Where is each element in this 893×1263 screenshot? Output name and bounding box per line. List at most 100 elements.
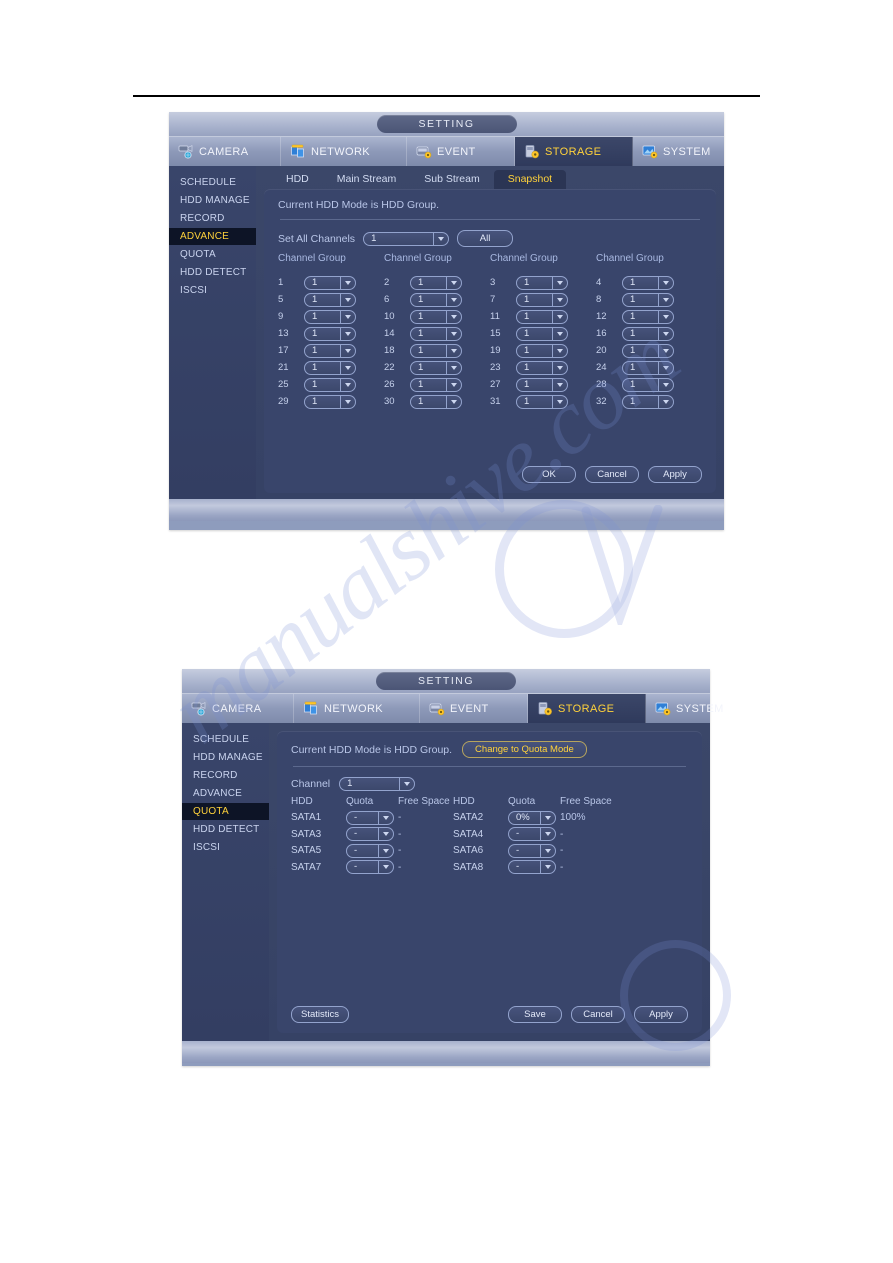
sidebar-item-advance[interactable]: ADVANCE <box>182 785 269 802</box>
change-to-quota-mode-button[interactable]: Change to Quota Mode <box>462 741 587 758</box>
chevron-down-icon[interactable] <box>540 861 554 874</box>
sidebar-item-hdd-detect[interactable]: HDD DETECT <box>169 264 256 281</box>
chevron-down-icon[interactable] <box>552 327 566 340</box>
chevron-down-icon[interactable] <box>446 344 460 357</box>
channel-group-dropdown[interactable]: 1 <box>516 360 568 375</box>
channel-group-dropdown[interactable]: 1 <box>410 360 462 375</box>
quota-dropdown[interactable]: - <box>508 827 556 842</box>
chevron-down-icon[interactable] <box>552 361 566 374</box>
main-tab-event[interactable]: EVENT <box>407 137 515 166</box>
main-tab-network[interactable]: NETWORK <box>294 694 420 723</box>
sidebar-item-advance[interactable]: ADVANCE <box>169 228 256 245</box>
chevron-down-icon[interactable] <box>552 276 566 289</box>
chevron-down-icon[interactable] <box>399 778 413 790</box>
channel-group-dropdown[interactable]: 1 <box>622 309 674 324</box>
chevron-down-icon[interactable] <box>340 361 354 374</box>
set-all-channels-dropdown[interactable]: 1 <box>363 231 450 246</box>
chevron-down-icon[interactable] <box>540 844 554 857</box>
channel-group-dropdown[interactable]: 1 <box>410 394 462 409</box>
sub-tab-hdd[interactable]: HDD <box>272 170 323 189</box>
main-tab-camera[interactable]: CAMERA <box>182 694 294 723</box>
chevron-down-icon[interactable] <box>446 276 460 289</box>
chevron-down-icon[interactable] <box>446 378 460 391</box>
channel-group-dropdown[interactable]: 1 <box>622 377 674 392</box>
sidebar-item-schedule[interactable]: SCHEDULE <box>169 174 256 191</box>
quota-dropdown[interactable]: - <box>508 843 556 858</box>
channel-group-dropdown[interactable]: 1 <box>304 394 356 409</box>
apply-button[interactable]: Apply <box>648 466 702 483</box>
main-tab-storage[interactable]: STORAGE <box>515 137 633 166</box>
quota-dropdown[interactable]: - <box>346 843 394 858</box>
chevron-down-icon[interactable] <box>540 811 554 824</box>
chevron-down-icon[interactable] <box>552 395 566 408</box>
channel-group-dropdown[interactable]: 1 <box>622 343 674 358</box>
chevron-down-icon[interactable] <box>340 310 354 323</box>
channel-group-dropdown[interactable]: 1 <box>410 326 462 341</box>
chevron-down-icon[interactable] <box>433 232 447 245</box>
channel-group-dropdown[interactable]: 1 <box>304 292 356 307</box>
channel-group-dropdown[interactable]: 1 <box>304 360 356 375</box>
channel-group-dropdown[interactable]: 1 <box>622 360 674 375</box>
channel-group-dropdown[interactable]: 1 <box>516 292 568 307</box>
statistics-button[interactable]: Statistics <box>291 1006 349 1023</box>
sub-tab-snapshot[interactable]: Snapshot <box>493 170 567 189</box>
main-tab-system[interactable]: SYSTEM <box>633 137 745 166</box>
channel-group-dropdown[interactable]: 1 <box>304 343 356 358</box>
channel-group-dropdown[interactable]: 1 <box>410 292 462 307</box>
sidebar-item-quota[interactable]: QUOTA <box>182 803 269 820</box>
channel-group-dropdown[interactable]: 1 <box>622 394 674 409</box>
chevron-down-icon[interactable] <box>378 844 392 857</box>
sidebar-item-iscsi[interactable]: ISCSI <box>182 839 269 856</box>
chevron-down-icon[interactable] <box>658 395 672 408</box>
sidebar-item-quota[interactable]: QUOTA <box>169 246 256 263</box>
sub-tab-sub-stream[interactable]: Sub Stream <box>410 170 493 189</box>
channel-group-dropdown[interactable]: 1 <box>410 275 462 290</box>
sidebar-item-hdd-manage[interactable]: HDD MANAGE <box>169 192 256 209</box>
chevron-down-icon[interactable] <box>378 861 392 874</box>
chevron-down-icon[interactable] <box>552 344 566 357</box>
chevron-down-icon[interactable] <box>340 293 354 306</box>
cancel-button[interactable]: Cancel <box>585 466 639 483</box>
channel-group-dropdown[interactable]: 1 <box>304 326 356 341</box>
all-button[interactable]: All <box>457 230 514 247</box>
chevron-down-icon[interactable] <box>658 293 672 306</box>
channel-group-dropdown[interactable]: 1 <box>304 309 356 324</box>
chevron-down-icon[interactable] <box>658 327 672 340</box>
main-tab-network[interactable]: NETWORK <box>281 137 407 166</box>
chevron-down-icon[interactable] <box>658 378 672 391</box>
sub-tab-main-stream[interactable]: Main Stream <box>323 170 411 189</box>
channel-group-dropdown[interactable]: 1 <box>516 343 568 358</box>
chevron-down-icon[interactable] <box>340 344 354 357</box>
main-tab-storage[interactable]: STORAGE <box>528 694 646 723</box>
channel-group-dropdown[interactable]: 1 <box>304 377 356 392</box>
cancel-button[interactable]: Cancel <box>571 1006 625 1023</box>
chevron-down-icon[interactable] <box>552 378 566 391</box>
channel-group-dropdown[interactable]: 1 <box>622 326 674 341</box>
channel-group-dropdown[interactable]: 1 <box>410 377 462 392</box>
quota-dropdown[interactable]: - <box>346 827 394 842</box>
main-tab-camera[interactable]: CAMERA <box>169 137 281 166</box>
chevron-down-icon[interactable] <box>446 361 460 374</box>
chevron-down-icon[interactable] <box>340 395 354 408</box>
main-tab-system[interactable]: SYSTEM <box>646 694 758 723</box>
channel-group-dropdown[interactable]: 1 <box>516 326 568 341</box>
chevron-down-icon[interactable] <box>658 344 672 357</box>
sidebar-item-hdd-manage[interactable]: HDD MANAGE <box>182 749 269 766</box>
quota-dropdown[interactable]: - <box>346 810 394 825</box>
sidebar-item-iscsi[interactable]: ISCSI <box>169 282 256 299</box>
chevron-down-icon[interactable] <box>552 310 566 323</box>
chevron-down-icon[interactable] <box>552 293 566 306</box>
chevron-down-icon[interactable] <box>658 361 672 374</box>
channel-group-dropdown[interactable]: 1 <box>516 377 568 392</box>
apply-button[interactable]: Apply <box>634 1006 688 1023</box>
chevron-down-icon[interactable] <box>340 378 354 391</box>
channel-group-dropdown[interactable]: 1 <box>622 275 674 290</box>
chevron-down-icon[interactable] <box>340 276 354 289</box>
chevron-down-icon[interactable] <box>378 828 392 841</box>
chevron-down-icon[interactable] <box>446 310 460 323</box>
chevron-down-icon[interactable] <box>340 327 354 340</box>
channel-dropdown[interactable]: 1 <box>339 777 416 791</box>
channel-group-dropdown[interactable]: 1 <box>410 343 462 358</box>
quota-dropdown[interactable]: - <box>346 860 394 875</box>
quota-dropdown[interactable]: 0% <box>508 810 556 825</box>
